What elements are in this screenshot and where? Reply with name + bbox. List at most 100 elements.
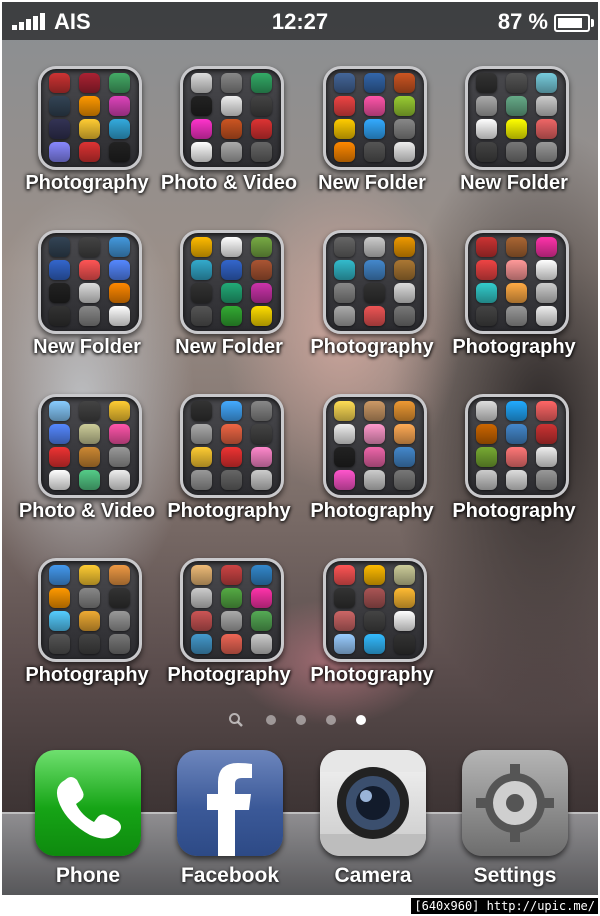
dock-app-phone[interactable]: Phone <box>20 750 150 895</box>
app-folder[interactable]: New Folder <box>22 228 152 368</box>
folder-label: Photography <box>167 664 291 686</box>
page-dot[interactable] <box>326 715 336 725</box>
folder-app-thumbnail <box>191 588 212 608</box>
folder-app-thumbnail <box>476 401 497 421</box>
folder-app-thumbnail <box>506 306 527 326</box>
spotlight-search-icon[interactable] <box>228 712 244 728</box>
app-folder[interactable]: Photo & Video <box>161 64 297 204</box>
folder-app-thumbnail <box>334 401 355 421</box>
app-folder[interactable]: Photography <box>307 228 437 368</box>
folder-app-thumbnail <box>536 119 557 139</box>
folder-app-thumbnail <box>334 470 355 490</box>
folder-app-thumbnail <box>476 260 497 280</box>
folder-app-thumbnail <box>394 447 415 467</box>
folder-app-thumbnail <box>334 588 355 608</box>
folder-app-thumbnail <box>536 283 557 303</box>
dock-label-facebook: Facebook <box>180 864 280 887</box>
page-dot[interactable] <box>356 715 366 725</box>
app-folder[interactable]: Photography <box>307 556 437 696</box>
folder-app-thumbnail <box>79 565 100 585</box>
folder-icon <box>180 558 284 662</box>
dock-app-camera[interactable]: Camera <box>305 750 435 895</box>
folder-app-thumbnail <box>79 401 100 421</box>
folder-app-thumbnail <box>109 260 130 280</box>
folder-app-thumbnail <box>251 119 272 139</box>
folder-app-thumbnail <box>191 96 212 116</box>
folder-app-thumbnail <box>536 470 557 490</box>
folder-app-thumbnail <box>49 260 70 280</box>
app-folder[interactable]: New Folder <box>449 64 579 204</box>
app-folder[interactable]: Photo & Video <box>19 392 155 532</box>
app-folder[interactable]: Photography <box>164 392 294 532</box>
folder-app-thumbnail <box>191 260 212 280</box>
app-folder[interactable]: Photography <box>449 228 579 368</box>
folder-app-thumbnail <box>79 306 100 326</box>
folder-app-thumbnail <box>394 470 415 490</box>
folder-app-thumbnail <box>536 306 557 326</box>
folder-app-thumbnail <box>191 424 212 444</box>
page-dot[interactable] <box>296 715 306 725</box>
folder-label: Photo & Video <box>160 172 298 194</box>
folder-app-thumbnail <box>221 73 242 93</box>
folder-icon <box>323 558 427 662</box>
folder-app-thumbnail <box>536 447 557 467</box>
folder-app-thumbnail <box>109 634 130 654</box>
folder-app-thumbnail <box>364 260 385 280</box>
folder-app-thumbnail <box>536 424 557 444</box>
folder-app-thumbnail <box>79 634 100 654</box>
folder-app-thumbnail <box>506 401 527 421</box>
status-bar: AIS 12:27 87 % <box>2 2 598 40</box>
dock-app-facebook[interactable]: Facebook <box>162 750 292 895</box>
app-folder[interactable]: Photography <box>22 556 152 696</box>
folder-app-thumbnail <box>221 634 242 654</box>
dock-app-settings[interactable]: Settings <box>447 750 577 895</box>
folder-app-thumbnail <box>49 401 70 421</box>
folder-app-thumbnail <box>221 470 242 490</box>
dock: Phone Facebook Camera Settings <box>2 742 598 895</box>
folder-app-thumbnail <box>334 237 355 257</box>
folder-app-thumbnail <box>334 283 355 303</box>
folder-app-thumbnail <box>109 96 130 116</box>
app-folder[interactable]: Photography <box>449 392 579 532</box>
folder-app-thumbnail <box>251 260 272 280</box>
folder-app-thumbnail <box>364 447 385 467</box>
folder-app-thumbnail <box>109 565 130 585</box>
folder-app-thumbnail <box>79 142 100 162</box>
folder-app-thumbnail <box>191 119 212 139</box>
folder-app-thumbnail <box>334 142 355 162</box>
folder-icon <box>38 66 142 170</box>
dock-label-phone: Phone <box>55 864 121 887</box>
folder-app-thumbnail <box>506 283 527 303</box>
app-folder[interactable]: Photography <box>307 392 437 532</box>
folder-app-thumbnail <box>251 283 272 303</box>
folder-app-thumbnail <box>79 588 100 608</box>
folder-app-thumbnail <box>251 447 272 467</box>
folder-app-thumbnail <box>191 470 212 490</box>
folder-app-thumbnail <box>334 260 355 280</box>
app-folder[interactable]: New Folder <box>307 64 437 204</box>
folder-app-thumbnail <box>506 260 527 280</box>
folder-app-thumbnail <box>394 283 415 303</box>
folder-app-thumbnail <box>221 565 242 585</box>
folder-app-thumbnail <box>364 565 385 585</box>
folder-app-thumbnail <box>506 424 527 444</box>
folder-app-thumbnail <box>506 237 527 257</box>
folder-app-thumbnail <box>364 401 385 421</box>
page-dot[interactable] <box>266 715 276 725</box>
folder-app-thumbnail <box>79 96 100 116</box>
folder-app-thumbnail <box>394 401 415 421</box>
folder-app-thumbnail <box>221 611 242 631</box>
folder-icon <box>38 394 142 498</box>
folder-app-thumbnail <box>49 306 70 326</box>
app-folder[interactable]: Photography <box>22 64 152 204</box>
folder-app-thumbnail <box>394 634 415 654</box>
folder-app-thumbnail <box>536 73 557 93</box>
folder-app-thumbnail <box>49 283 70 303</box>
folder-label: Photography <box>452 500 576 522</box>
folder-app-thumbnail <box>109 611 130 631</box>
app-folder[interactable]: Photography <box>164 556 294 696</box>
app-folder[interactable]: New Folder <box>164 228 294 368</box>
folder-app-thumbnail <box>394 73 415 93</box>
page-indicator[interactable] <box>228 712 378 728</box>
folder-app-thumbnail <box>49 470 70 490</box>
